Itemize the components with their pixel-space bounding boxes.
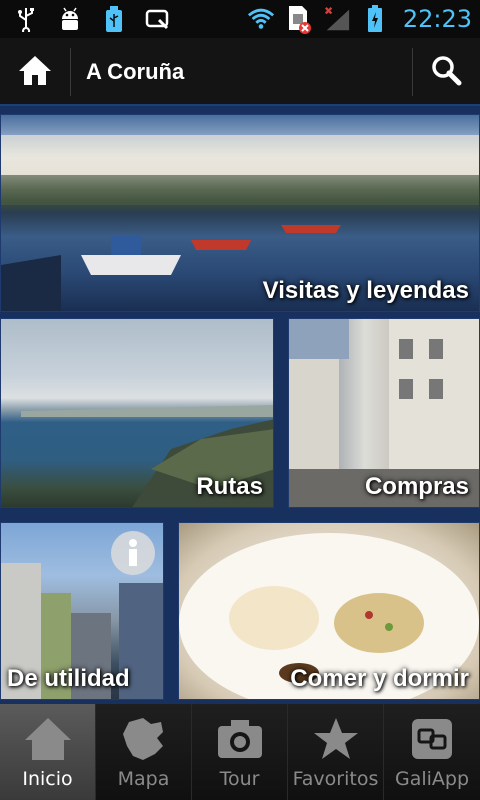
nav-item-inicio[interactable]: Inicio <box>0 704 96 800</box>
info-icon <box>111 531 155 575</box>
tile-comer-y-dormir[interactable]: Comer y dormir <box>178 522 480 700</box>
home-icon <box>17 53 53 91</box>
tile-compras[interactable]: Compras <box>288 318 480 508</box>
screenshot-icon <box>144 5 172 33</box>
tile-grid: Visitas y leyendas Rutas Compras De util… <box>0 106 480 704</box>
nav-item-galiapp[interactable]: GaliApp <box>384 704 480 800</box>
usb-storage-icon <box>100 5 128 33</box>
nav-label: Favoritos <box>292 768 379 790</box>
nav-item-mapa[interactable]: Mapa <box>96 704 192 800</box>
wifi-icon <box>247 5 275 33</box>
house-icon <box>21 714 75 764</box>
action-bar: A Coruña <box>0 38 480 106</box>
camera-icon <box>213 714 267 764</box>
no-signal-icon <box>323 5 351 33</box>
home-button[interactable] <box>0 38 70 106</box>
tile-visitas-y-leyendas[interactable]: Visitas y leyendas <box>0 114 480 312</box>
nav-label: Mapa <box>117 768 170 790</box>
search-button[interactable] <box>412 38 480 106</box>
nav-item-favoritos[interactable]: Favoritos <box>288 704 384 800</box>
bottom-navigation: Inicio Mapa Tour Favoritos GaliApp <box>0 704 480 800</box>
tile-de-utilidad[interactable]: De utilidad <box>0 522 164 700</box>
star-icon <box>309 714 363 764</box>
status-bar: 22:23 <box>0 0 480 38</box>
sim-error-icon <box>285 5 313 34</box>
android-debug-icon <box>56 5 84 33</box>
search-icon <box>430 54 462 90</box>
divider <box>70 48 71 96</box>
status-time: 22:23 <box>402 5 472 33</box>
nav-item-tour[interactable]: Tour <box>192 704 288 800</box>
tile-label: De utilidad <box>7 665 130 692</box>
page-title: A Coruña <box>86 59 185 84</box>
battery-charging-icon <box>361 5 389 33</box>
nav-label: Tour <box>219 768 260 790</box>
nav-label: Inicio <box>22 768 73 790</box>
tile-label: Compras <box>364 473 469 500</box>
nav-label: GaliApp <box>394 768 470 790</box>
tile-label: Visitas y leyendas <box>262 277 469 304</box>
tile-label: Comer y dormir <box>290 665 469 692</box>
usb-icon <box>12 5 40 33</box>
map-icon <box>117 714 171 764</box>
tile-rutas[interactable]: Rutas <box>0 318 274 508</box>
tile-label: Rutas <box>196 473 263 500</box>
galiapp-icon <box>405 714 459 764</box>
